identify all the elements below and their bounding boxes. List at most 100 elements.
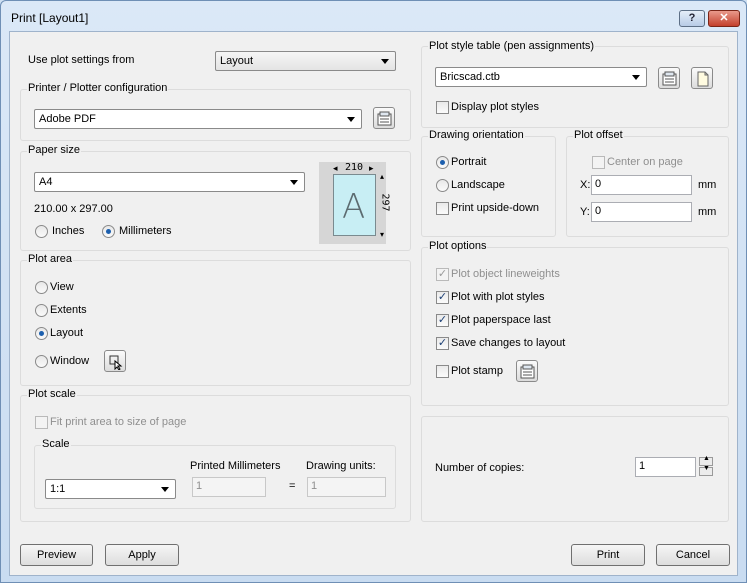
paper-size-combo[interactable]: A4 (34, 172, 305, 192)
printer-value: Adobe PDF (39, 113, 96, 125)
close-button[interactable]: ✕ (708, 10, 740, 27)
print-dialog: Print [Layout1] ? ✕ Use plot settings fr… (0, 0, 747, 583)
y-offset-label: Y: (580, 206, 590, 218)
plot-stamp-settings-button[interactable] (516, 360, 538, 382)
spin-down-icon: ▼ (703, 465, 710, 472)
chevron-down-icon (381, 59, 389, 64)
paper-width-label: 210 (345, 162, 364, 173)
portrait-label: Portrait (451, 156, 487, 168)
plot-settings-label: Use plot settings from (28, 54, 135, 66)
save-changes-checkbox[interactable]: ✓ (436, 337, 449, 350)
scale-group-title: Scale (41, 438, 71, 450)
printer-combo[interactable]: Adobe PDF (34, 109, 362, 129)
plot-settings-value: Layout (220, 55, 254, 67)
plot-style-group (421, 46, 729, 128)
copies-input[interactable]: 1 (635, 457, 696, 477)
save-changes-label: Save changes to layout (451, 337, 566, 349)
plot-settings-combo[interactable]: Layout (215, 51, 396, 71)
pick-window-icon (109, 355, 123, 370)
landscape-radio[interactable] (436, 179, 449, 192)
plot-area-group-title: Plot area (27, 253, 74, 265)
y-offset-input[interactable]: 0 (591, 202, 692, 222)
paper-size-group-title: Paper size (27, 144, 81, 156)
fit-to-page-checkbox[interactable] (35, 416, 48, 429)
chevron-down-icon (290, 180, 298, 185)
layout-radio[interactable] (35, 327, 48, 340)
chevron-down-icon (632, 75, 640, 80)
new-document-icon (697, 71, 709, 87)
display-plot-styles-label: Display plot styles (451, 101, 540, 113)
plot-area-group (20, 260, 411, 386)
paper-image: A (333, 174, 376, 236)
plot-styles-label: Plot with plot styles (451, 291, 545, 303)
plot-options-group-title: Plot options (428, 240, 488, 252)
print-button[interactable]: Print (571, 544, 645, 566)
layout-label: Layout (50, 327, 84, 339)
plot-stamp-checkbox[interactable] (436, 365, 449, 378)
center-on-page-label: Center on page (607, 156, 683, 168)
help-button[interactable]: ? (679, 10, 705, 27)
paperspace-last-label: Plot paperspace last (451, 314, 551, 326)
window-label: Window (50, 355, 90, 367)
printer-properties-button[interactable] (373, 107, 395, 129)
spin-up-icon: ▲ (703, 455, 710, 462)
center-on-page-checkbox[interactable] (592, 156, 605, 169)
orientation-group-title: Drawing orientation (428, 129, 525, 141)
dialog-body: Use plot settings from Layout Printer / … (9, 31, 738, 576)
copies-label: Number of copies: (435, 462, 525, 474)
preview-button[interactable]: Preview (20, 544, 93, 566)
inches-radio[interactable] (35, 225, 48, 238)
display-plot-styles-checkbox[interactable] (436, 101, 449, 114)
extents-radio[interactable] (35, 304, 48, 317)
plot-style-combo[interactable]: Bricscad.ctb (435, 67, 647, 87)
pick-window-button[interactable] (104, 350, 126, 372)
scale-value: 1:1 (50, 483, 66, 495)
extents-label: Extents (50, 304, 87, 316)
plot-style-group-title: Plot style table (pen assignments) (428, 40, 596, 52)
apply-button[interactable]: Apply (105, 544, 179, 566)
arrow-up-icon: ▴ (380, 172, 385, 181)
y-offset-unit: mm (698, 206, 717, 218)
title-bar[interactable]: Print [Layout1] ? ✕ (1, 1, 746, 31)
properties-icon (377, 111, 392, 126)
paper-preview: ◂ 210 ▸ A ▴ 297 ▾ (319, 162, 391, 244)
arrow-down-icon: ▾ (380, 230, 385, 239)
view-radio[interactable] (35, 281, 48, 294)
upside-down-label: Print upside-down (451, 202, 540, 214)
x-offset-input[interactable]: 0 (591, 175, 692, 195)
printed-mm-input[interactable]: 1 (192, 477, 266, 497)
printed-mm-label: Printed Millimeters (190, 460, 281, 472)
printer-group-title: Printer / Plotter configuration (27, 82, 169, 94)
plot-style-edit-button[interactable] (658, 67, 680, 89)
plot-stamp-label: Plot stamp (451, 365, 503, 377)
properties-icon (662, 71, 677, 86)
plot-offset-group-title: Plot offset (573, 129, 624, 141)
landscape-label: Landscape (451, 179, 505, 191)
portrait-radio[interactable] (436, 156, 449, 169)
drawing-units-label: Drawing units: (306, 460, 376, 472)
arrow-right-icon: ▸ (369, 163, 374, 173)
millimeters-radio[interactable] (102, 225, 115, 238)
paperspace-last-checkbox[interactable]: ✓ (436, 314, 449, 327)
x-offset-label: X: (580, 179, 591, 191)
plot-styles-checkbox[interactable]: ✓ (436, 291, 449, 304)
fit-to-page-label: Fit print area to size of page (50, 416, 187, 428)
properties-icon (520, 364, 535, 379)
lineweights-checkbox[interactable]: ✓ (436, 268, 449, 281)
lineweights-label: Plot object lineweights (451, 268, 560, 280)
millimeters-label: Millimeters (119, 225, 172, 237)
drawing-units-input[interactable]: 1 (307, 477, 386, 497)
plot-style-new-button[interactable] (691, 67, 713, 89)
cancel-button[interactable]: Cancel (656, 544, 730, 566)
upside-down-checkbox[interactable] (436, 202, 449, 215)
x-offset-unit: mm (698, 179, 717, 191)
copies-decrement-button[interactable]: ▼ (699, 465, 713, 476)
plot-style-value: Bricscad.ctb (440, 71, 500, 83)
paper-size-value: A4 (39, 176, 53, 188)
inches-label: Inches (52, 225, 85, 237)
chevron-down-icon (161, 487, 169, 492)
paper-height-label: 297 (379, 193, 391, 212)
window-radio[interactable] (35, 355, 48, 368)
dialog-title: Print [Layout1] (11, 11, 89, 25)
scale-combo[interactable]: 1:1 (45, 479, 176, 499)
